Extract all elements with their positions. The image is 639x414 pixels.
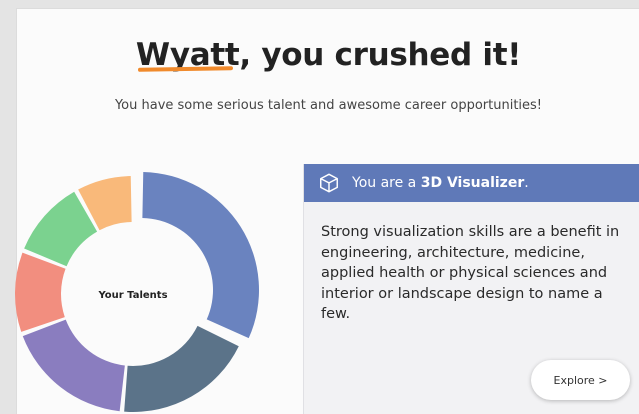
explore-button[interactable]: Explore > — [531, 360, 630, 400]
talent-result-card: You are a 3D Visualizer. Strong visualiz… — [303, 164, 639, 414]
cube-icon — [320, 173, 338, 193]
segment-purple — [22, 319, 125, 412]
headline-rest: , you crushed it! — [239, 37, 522, 73]
results-panel: Wyatt, you crushed it! You have some ser… — [14, 8, 639, 414]
card-title: You are a 3D Visualizer. — [352, 175, 529, 191]
headline-name: Wyatt — [136, 37, 240, 73]
headline: Wyatt, you crushed it! — [17, 37, 639, 73]
donut-center-label: Your Talents — [97, 290, 167, 301]
talents-donut-chart: Your Talents — [14, 172, 260, 412]
card-title-prefix: You are a — [352, 175, 421, 191]
segment-salmon — [14, 252, 66, 332]
subheadline: You have some serious talent and awesome… — [114, 98, 543, 113]
card-description: Strong visualization skills are a benefi… — [321, 224, 620, 322]
card-title-talent: 3D Visualizer — [420, 175, 525, 191]
segment-blue — [142, 172, 260, 339]
card-title-suffix: . — [524, 175, 529, 191]
card-header: You are a 3D Visualizer. — [304, 164, 639, 202]
segment-slate — [124, 325, 239, 412]
